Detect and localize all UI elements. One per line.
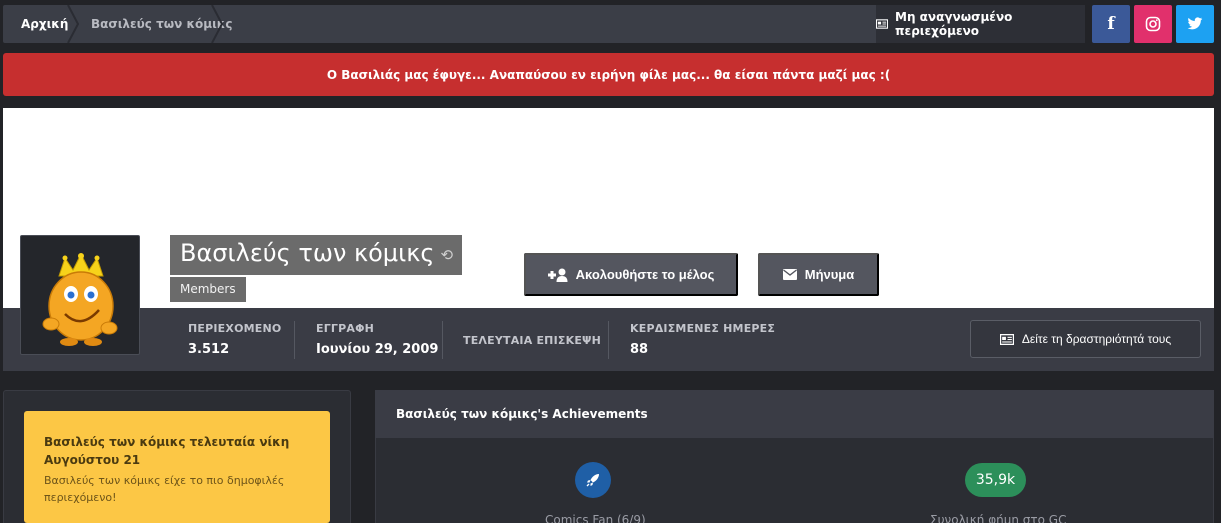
send-message-label: Μήνυμα	[804, 267, 855, 282]
view-activity-button[interactable]: Δείτε τη δραστηριότητά τους	[970, 320, 1201, 358]
follow-member-button[interactable]: Ακολουθήστε το μέλος	[524, 253, 738, 296]
newspaper-icon	[999, 333, 1014, 345]
rank-rocket-icon[interactable]	[575, 462, 611, 498]
rocket-icon	[586, 474, 599, 487]
twitter-button[interactable]	[1176, 5, 1214, 43]
facebook-button[interactable]: f	[1092, 5, 1130, 43]
unread-content-label: Μη αναγνωσμένο περιεχόμενο	[895, 10, 1013, 38]
profile-username-text: Βασιλεύς των κόμικς	[180, 239, 435, 267]
stat-divider	[442, 321, 443, 359]
user-plus-icon	[547, 268, 568, 282]
view-activity-label: Δείτε τη δραστηριότητά τους	[1021, 332, 1172, 346]
breadcrumb-separator-icon	[211, 5, 223, 43]
stat-label: ΠΕΡΙΕΧΟΜΕΝΟ	[188, 322, 282, 335]
newspaper-icon	[876, 19, 889, 29]
stat-days-won: ΚΕΡΔΙΣΜΕΝΕΣ ΗΜΕΡΕΣ 88	[630, 322, 775, 357]
breadcrumb-bar: Αρχική Βασιλεύς των κόμικς Μη αναγνωσμέν…	[3, 5, 1085, 43]
instagram-icon	[1145, 16, 1161, 32]
name-history-icon[interactable]: ⟲	[440, 246, 453, 264]
stat-value: 3.512	[188, 342, 230, 357]
instagram-button[interactable]	[1134, 5, 1172, 43]
envelope-icon	[782, 269, 797, 280]
twitter-icon	[1187, 17, 1203, 30]
stat-divider	[294, 321, 295, 359]
stat-content-count: ΠΕΡΙΕΧΟΜΕΝΟ 3.512	[188, 322, 281, 357]
stat-label: ΚΕΡΔΙΣΜΕΝΕΣ ΗΜΕΡΕΣ	[630, 322, 776, 335]
stat-label: ΕΓΓΡΑΦΗ	[316, 322, 375, 335]
facebook-icon: f	[1107, 14, 1115, 34]
send-message-button[interactable]: Μήνυμα	[758, 253, 879, 296]
breadcrumb-home-link[interactable]: Αρχική	[3, 5, 68, 43]
announcement-banner: Ο Βασιλιάς μας έφυγε... Αναπαύσου εν ειρ…	[3, 53, 1214, 96]
king-smiley-avatar-image	[42, 252, 118, 346]
reputation-label: Συνολική φήμη στο GC	[930, 513, 1067, 523]
follow-member-label: Ακολουθήστε το μέλος	[575, 267, 715, 282]
member-group-badge: Members	[170, 277, 246, 302]
stat-joined: ΕΓΓΡΑΦΗ Ιουνίου 29, 2009	[316, 322, 438, 357]
stat-divider	[608, 321, 609, 359]
stat-value: Ιουνίου 29, 2009	[316, 342, 439, 357]
achievements-title: Βασιλεύς των κόμικς's Achievements	[375, 390, 1214, 438]
stat-value: 88	[630, 342, 649, 357]
breadcrumb-current-link[interactable]: Βασιλεύς των κόμικς	[71, 5, 232, 43]
rank-label: Comics Fan (6/9)	[545, 513, 646, 523]
profile-username: Βασιλεύς των κόμικς ⟲	[170, 235, 463, 275]
stat-last-visited: ΤΕΛΕΥΤΑΙΑ ΕΠΙΣΚΕΨΗ	[463, 334, 601, 347]
day-winner-title: Βασιλεύς των κόμικς τελευταία νίκη Αυγού…	[44, 435, 290, 467]
unread-content-button[interactable]: Μη αναγνωσμένο περιεχόμενο	[876, 5, 1085, 43]
reputation-badge[interactable]: 35,9k	[965, 463, 1026, 497]
day-winner-card: Βασιλεύς των κόμικς τελευταία νίκη Αυγού…	[24, 411, 330, 523]
day-winner-description: Βασιλεύς των κόμικς είχε το πιο δημοφιλέ…	[44, 474, 285, 504]
stat-label: ΤΕΛΕΥΤΑΙΑ ΕΠΙΣΚΕΨΗ	[463, 334, 601, 347]
avatar[interactable]	[20, 235, 140, 355]
